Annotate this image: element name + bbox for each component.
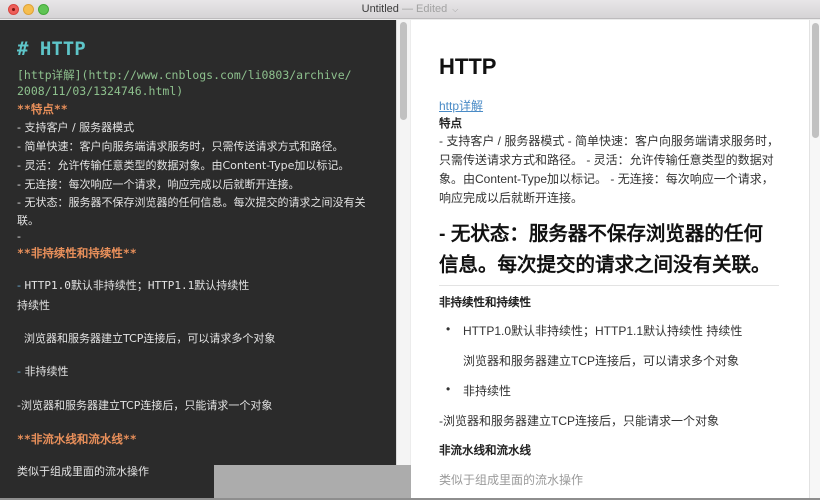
editor-scrollbar[interactable]	[396, 20, 410, 465]
list-marker: -	[17, 365, 21, 378]
bullet-icon: •	[446, 382, 451, 396]
editor-line: - 无连接：每次响应一个请求，响应完成以后就断开连接。	[17, 178, 300, 191]
editor-line-bold: **特点**	[17, 102, 68, 116]
preview-features-paragraph: - 支持客户 / 服务器模式 - 简单快速：客户向服务端请求服务时，只需传送请求…	[439, 134, 779, 205]
preview-scrollbar[interactable]	[809, 20, 820, 498]
list-item-text: 非持续性	[463, 384, 512, 398]
markdown-editor[interactable]: # HTTP [http详解](http://www.cnblogs.com/l…	[0, 20, 396, 500]
chevron-down-icon[interactable]: ⌵	[452, 5, 458, 14]
editor-line: - 灵活：允许传输任意类型的数据对象。由Content-Type加以标记。	[17, 159, 350, 172]
editor-line: - 支持客户 / 服务器模式	[17, 121, 135, 134]
markdown-preview: HTTP http详解 特点 - 支持客户 / 服务器模式 - 简单快速：客户向…	[411, 20, 809, 498]
editor-line-text: 非持续性	[24, 365, 69, 378]
preview-features-heading: 特点	[439, 118, 462, 130]
edited-status: — Edited	[401, 3, 448, 15]
document-name: Untitled	[361, 3, 399, 15]
editor-line: - 简单快速：客户向服务端请求服务时，只需传送请求方式和路径。	[17, 140, 344, 153]
preview-scrollbar-thumb[interactable]	[812, 23, 819, 138]
preview-heading: HTTP	[439, 54, 497, 79]
editor-line-bold: **非流水线和流水线**	[17, 432, 137, 446]
preview-paragraph: -浏览器和服务器建立TCP连接后，只能请求一个对象	[439, 414, 719, 428]
editor-line: - 无状态：服务器不保存浏览器的任何信息。每次提交的请求之间没有关	[17, 196, 366, 209]
bullet-icon: •	[446, 322, 451, 336]
title-bar[interactable]: Untitled — Edited ⌵	[0, 0, 820, 19]
editor-scrollbar-thumb[interactable]	[400, 22, 407, 120]
editor-line-link-cont: 2008/11/03/1324746.html)	[17, 84, 184, 98]
editor-line-list: - HTTP1.0默认非持续性；HTTP1.1默认持续性	[17, 276, 249, 295]
editor-line-list: - 非持续性	[17, 362, 68, 381]
preview-list-subparagraph: 浏览器和服务器建立TCP连接后，可以请求多个对象	[463, 354, 740, 368]
preview-persistence-heading: 非持续性和持续性	[439, 297, 531, 309]
preview-link[interactable]: http详解	[439, 97, 483, 114]
preview-list-item: • 非持续性	[446, 382, 512, 399]
preview-pipeline-heading: 非流水线和流水线	[439, 445, 531, 457]
preview-subheading: - 无状态：服务器不保存浏览器的任何信息。每次提交的请求之间没有关联。	[439, 219, 779, 286]
app-window: Untitled — Edited ⌵ # HTTP [http详解](http…	[0, 0, 820, 500]
editor-line: -浏览器和服务器建立TCP连接后，只能请求一个对象	[17, 399, 273, 412]
editor-line-bold: **非持续性和持续性**	[17, 246, 137, 260]
preview-pipeline-paragraph: 类似于组成里面的流水操作	[439, 473, 584, 487]
editor-line-heading: # HTTP	[17, 38, 86, 60]
occluding-overlay	[214, 465, 411, 500]
list-marker: -	[17, 279, 21, 292]
editor-line-text: HTTP1.0默认非持续性；HTTP1.1默认持续性	[24, 279, 250, 292]
editor-line: 浏览器和服务器建立TCP连接后，可以请求多个对象	[24, 332, 276, 345]
editor-line: 类似于组成里面的流水操作	[17, 465, 149, 478]
preview-list-item: • HTTP1.0默认非持续性；HTTP1.1默认持续性 持续性	[446, 322, 743, 339]
window-title[interactable]: Untitled — Edited ⌵	[0, 3, 820, 15]
list-item-text: HTTP1.0默认非持续性；HTTP1.1默认持续性 持续性	[463, 324, 743, 338]
editor-line: 持续性	[17, 299, 50, 312]
